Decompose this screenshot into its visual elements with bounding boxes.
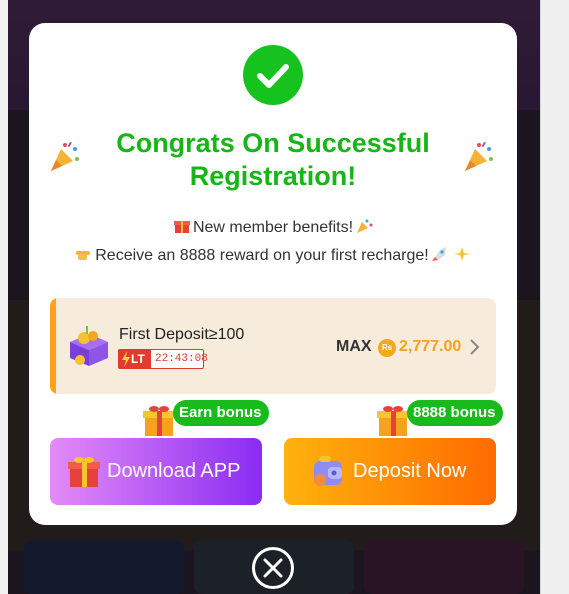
benefit-line-2: Receive an 8888 reward on your first rec… xyxy=(29,246,517,265)
rocket-icon xyxy=(431,247,446,261)
gift-icon xyxy=(68,457,100,487)
pointing-hand-icon xyxy=(76,251,91,260)
gift-icon xyxy=(173,221,190,233)
countdown-timer: 22:43:08 xyxy=(155,353,208,365)
chevron-right-icon[interactable] xyxy=(468,338,480,356)
registration-success-dialog: Congrats On Successful Registration! New… xyxy=(29,23,517,525)
sparkles-icon xyxy=(453,247,470,261)
download-app-label: Download APP xyxy=(107,460,241,482)
first-deposit-card[interactable]: First Deposit≥100 LT 22:43:08 MAX Rs 2,7… xyxy=(50,298,496,394)
deposit-now-label: Deposit Now xyxy=(353,460,467,482)
dialog-title: Congrats On Successful Registration! xyxy=(89,127,457,193)
benefit-text-1: New member benefits! xyxy=(192,219,354,236)
deposit-title: First Deposit≥100 xyxy=(119,326,245,343)
title-line-1: Congrats On Successful xyxy=(116,128,430,158)
title-line-2: Registration! xyxy=(189,161,357,191)
page-gutter xyxy=(540,0,569,594)
max-amount: 2,777.00 xyxy=(399,338,462,355)
lightning-icon xyxy=(122,351,130,367)
download-app-button[interactable]: Download APP xyxy=(50,438,262,505)
wallet-icon xyxy=(314,456,342,486)
benefit-line-1: New member benefits! xyxy=(29,218,517,237)
party-popper-icon xyxy=(465,141,493,171)
gift-icon xyxy=(377,406,409,436)
limited-time-badge: LT 22:43:08 xyxy=(118,349,208,369)
deposit-now-button[interactable]: Deposit Now xyxy=(284,438,496,505)
checkmark-icon xyxy=(243,45,303,105)
close-icon xyxy=(263,558,283,578)
benefit-text-2: Receive an 8888 reward on your first rec… xyxy=(95,247,429,264)
deposit-bonus-badge: 8888 bonus xyxy=(407,400,503,426)
earn-bonus-badge: Earn bonus xyxy=(173,400,269,426)
max-label: MAX xyxy=(336,338,372,355)
coin-icon: Rs xyxy=(378,339,396,357)
party-popper-icon xyxy=(357,219,373,233)
card-accent-bar xyxy=(50,298,56,394)
party-popper-icon xyxy=(51,141,79,171)
close-dialog-button[interactable] xyxy=(252,547,294,589)
gift-icon xyxy=(143,406,175,436)
gift-box-icon xyxy=(70,326,108,366)
